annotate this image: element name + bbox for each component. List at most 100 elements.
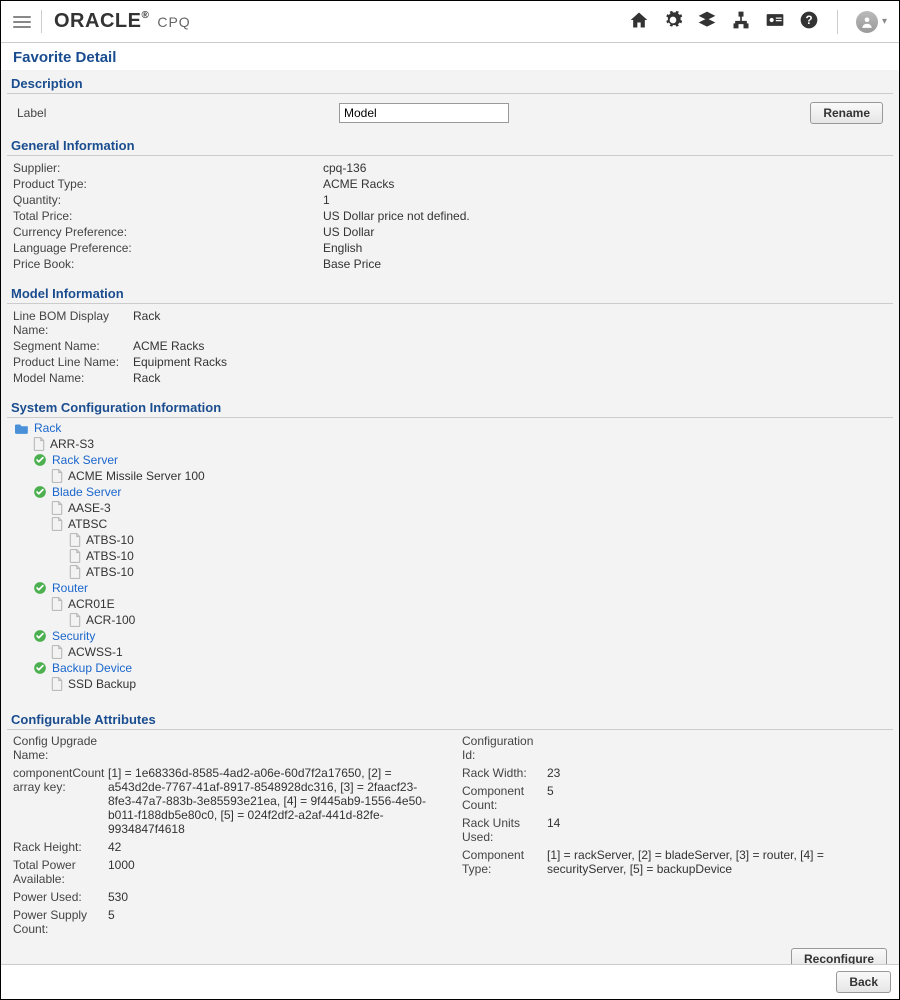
model-info-title: Model Information bbox=[7, 282, 893, 304]
kv-key: Model Name: bbox=[13, 371, 133, 385]
tree-node-label: ATBS-10 bbox=[86, 549, 134, 563]
kv-key: Segment Name: bbox=[13, 339, 133, 353]
tree-node-label: ACR01E bbox=[68, 597, 115, 611]
tree-node[interactable]: Backup Device bbox=[15, 660, 885, 676]
tree-node-label: ACME Missile Server 100 bbox=[68, 469, 205, 483]
menu-icon[interactable] bbox=[13, 16, 31, 28]
config-attrs-right: Configuration Id: Rack Width:23 Component … bbox=[462, 734, 887, 936]
cfg-row: Power Used:530 bbox=[13, 890, 438, 904]
kv-key: Supplier: bbox=[13, 161, 323, 175]
tree-node[interactable]: Security bbox=[15, 628, 885, 644]
cfg-value: 14 bbox=[547, 816, 887, 844]
kv-row: Language Preference:English bbox=[13, 240, 887, 256]
file-icon bbox=[51, 597, 63, 611]
product-name: CPQ bbox=[157, 14, 190, 30]
cfg-row: Rack Width:23 bbox=[462, 766, 887, 780]
topbar: ORACLE® CPQ ? bbox=[1, 1, 899, 43]
cfg-key: componentCount array key: bbox=[13, 766, 108, 836]
cfg-key: Component Count: bbox=[462, 784, 547, 812]
check-icon bbox=[33, 661, 47, 675]
tree-node[interactable]: Blade Server bbox=[15, 484, 885, 500]
tree-node[interactable]: Rack bbox=[15, 420, 885, 436]
kv-key: Currency Preference: bbox=[13, 225, 323, 239]
chevron-down-icon: ▾ bbox=[882, 16, 887, 27]
tree-node: ATBS-10 bbox=[15, 532, 885, 548]
tree-node: ACR01E bbox=[15, 596, 885, 612]
cfg-key: Config Upgrade Name: bbox=[13, 734, 108, 762]
hierarchy-icon[interactable] bbox=[731, 10, 751, 33]
model-info-body: Line BOM Display Name:RackSegment Name:A… bbox=[7, 304, 893, 394]
file-icon bbox=[51, 501, 63, 515]
kv-value: 1 bbox=[323, 193, 330, 207]
kv-key: Total Price: bbox=[13, 209, 323, 223]
kv-value: US Dollar bbox=[323, 225, 374, 239]
tree-node-label: ATBSC bbox=[68, 517, 107, 531]
tree-node: SSD Backup bbox=[15, 676, 885, 692]
cfg-row: Rack Height:42 bbox=[13, 840, 438, 854]
kv-row: Supplier:cpq-136 bbox=[13, 160, 887, 176]
topbar-divider bbox=[837, 10, 838, 34]
config-attrs-left: Config Upgrade Name: componentCount array… bbox=[13, 734, 438, 936]
config-attrs-body: Config Upgrade Name: componentCount array… bbox=[7, 730, 893, 940]
kv-value: Rack bbox=[133, 309, 160, 337]
kv-value: Rack bbox=[133, 371, 160, 385]
id-card-icon[interactable] bbox=[765, 10, 785, 33]
gear-icon[interactable] bbox=[663, 10, 683, 33]
cfg-value bbox=[547, 734, 887, 762]
label-label: Label bbox=[17, 106, 327, 120]
general-info-body: Supplier:cpq-136Product Type:ACME RacksQ… bbox=[7, 156, 893, 280]
tree-node: ACR-100 bbox=[15, 612, 885, 628]
kv-row: Price Book:Base Price bbox=[13, 256, 887, 272]
page-title: Favorite Detail bbox=[1, 43, 899, 70]
brand-logo: ORACLE® CPQ bbox=[41, 10, 191, 33]
check-icon bbox=[33, 629, 47, 643]
label-input[interactable] bbox=[339, 103, 509, 123]
kv-row: Product Line Name:Equipment Racks bbox=[13, 354, 887, 370]
check-icon bbox=[33, 453, 47, 467]
tree-node: ATBSC bbox=[15, 516, 885, 532]
kv-key: Product Type: bbox=[13, 177, 323, 191]
cfg-value: 5 bbox=[547, 784, 887, 812]
help-icon[interactable]: ? bbox=[799, 10, 819, 33]
tree-node-label: Rack Server bbox=[52, 453, 118, 467]
sys-config-tree: Rack ARR-S3 Rack Server ACME Missile Server… bbox=[7, 418, 893, 694]
cfg-value: [1] = rackServer, [2] = bladeServer, [3]… bbox=[547, 848, 887, 876]
tree-node: ACME Missile Server 100 bbox=[15, 468, 885, 484]
cfg-key: Configuration Id: bbox=[462, 734, 547, 762]
stack-icon[interactable] bbox=[697, 10, 717, 33]
cfg-value: 23 bbox=[547, 766, 887, 780]
cfg-key: Component Type: bbox=[462, 848, 547, 876]
tree-node: AASE-3 bbox=[15, 500, 885, 516]
avatar-icon bbox=[856, 11, 878, 33]
tree-node-label: Rack bbox=[34, 421, 61, 435]
cfg-row: componentCount array key:[1] = 1e68336d-… bbox=[13, 766, 438, 836]
kv-row: Model Name:Rack bbox=[13, 370, 887, 386]
back-button[interactable]: Back bbox=[836, 971, 891, 993]
cfg-row: Power Supply Count:5 bbox=[13, 908, 438, 936]
general-info-title: General Information bbox=[7, 134, 893, 156]
kv-value: Base Price bbox=[323, 257, 381, 271]
tree-node[interactable]: Rack Server bbox=[15, 452, 885, 468]
cfg-row: Component Count:5 bbox=[462, 784, 887, 812]
description-row: Label Rename bbox=[7, 94, 893, 132]
kv-key: Language Preference: bbox=[13, 241, 323, 255]
user-menu[interactable]: ▾ bbox=[856, 11, 887, 33]
rename-button[interactable]: Rename bbox=[810, 102, 883, 124]
tree-node-label: ACWSS-1 bbox=[68, 645, 123, 659]
home-icon[interactable] bbox=[629, 10, 649, 33]
tree-node-label: ARR-S3 bbox=[50, 437, 94, 451]
tree-node-label: ATBS-10 bbox=[86, 565, 134, 579]
tree-node-label: AASE-3 bbox=[68, 501, 111, 515]
reconfigure-button[interactable]: Reconfigure bbox=[791, 948, 887, 964]
tree-node-label: Security bbox=[52, 629, 95, 643]
kv-value: cpq-136 bbox=[323, 161, 366, 175]
cfg-row: Component Type:[1] = rackServer, [2] = b… bbox=[462, 848, 887, 876]
tree-node[interactable]: Router bbox=[15, 580, 885, 596]
tree-node-label: Router bbox=[52, 581, 88, 595]
svg-text:?: ? bbox=[805, 14, 812, 27]
tree-node: ACWSS-1 bbox=[15, 644, 885, 660]
kv-value: Equipment Racks bbox=[133, 355, 227, 369]
cfg-key: Power Supply Count: bbox=[13, 908, 108, 936]
sys-config-title: System Configuration Information bbox=[7, 396, 893, 418]
tree-node: ATBS-10 bbox=[15, 548, 885, 564]
